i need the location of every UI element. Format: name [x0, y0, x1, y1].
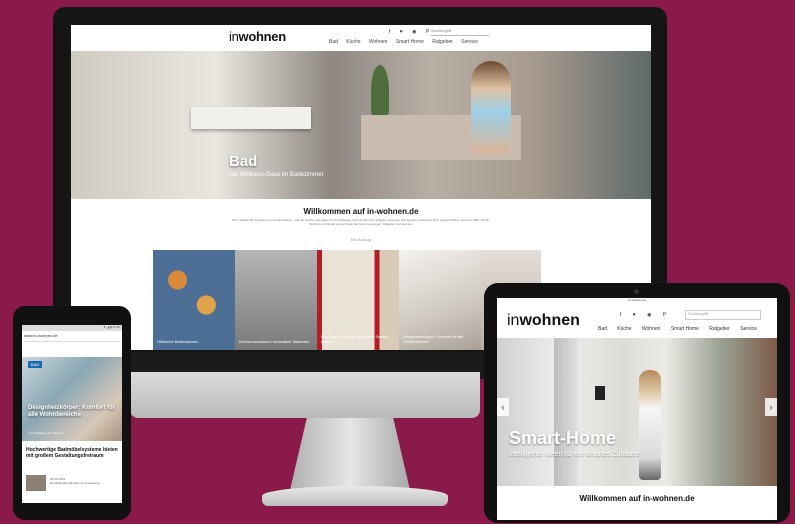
hero-title: Bad: [229, 153, 258, 170]
tablet-welcome-title: Willkommen auf in-wohnen.de: [579, 494, 695, 503]
welcome-text: Wir möchten Sie inspirieren und unterstü…: [232, 218, 490, 226]
tablet-hero-door: [554, 338, 578, 486]
more-link[interactable]: Ein Auszug: [71, 237, 651, 242]
phone-category-badge[interactable]: BAD: [28, 361, 43, 368]
nav-item-bad[interactable]: Bad: [329, 39, 338, 45]
tablet-logo[interactable]: inwohnen: [507, 312, 580, 330]
phone-hero-subtitle: zum Ratgeber des Monats: [28, 431, 64, 435]
tablet-hero-woman: [639, 370, 661, 480]
tablet-nav-service[interactable]: Service: [740, 326, 757, 332]
phone-status-bar: ▼ ◢ ▮ 12:30: [22, 325, 122, 331]
tablet-nav: Bad Küche Wohnen Smart Home Ratgeber Ser…: [598, 326, 766, 332]
social-icons[interactable]: f ♥ ◉ P: [389, 29, 433, 35]
article-tile[interactable]: Hilfreiche Badezimmer...: [153, 250, 235, 350]
chevron-left-icon[interactable]: ‹: [497, 398, 509, 416]
nav-item-service[interactable]: Service: [461, 39, 478, 45]
site-logo[interactable]: inwohnen: [229, 29, 286, 44]
hero-woman: [471, 61, 511, 153]
tablet-hero-image[interactable]: [497, 338, 777, 486]
tablet-nav-smart-home[interactable]: Smart Home: [671, 326, 699, 332]
tile-caption: Hilfreiche Badezimmer...: [157, 339, 201, 344]
search-input[interactable]: Suchbegriff: [431, 28, 489, 36]
article-tile[interactable]: Fun-Bad für Kinder: Mit einem Design kre…: [317, 250, 399, 350]
tablet-status-bar: in-wohnen.de: [627, 298, 646, 302]
tablet-hero-title: Smart-Home: [509, 428, 617, 448]
hero-sink: [191, 107, 311, 129]
tablet-social-icons[interactable]: f ♥ ◉ P: [620, 312, 671, 318]
site-header: [71, 25, 651, 51]
tile-caption: Designheizkörper: Komfort für alle Wohnb…: [403, 334, 464, 344]
tablet-nav-kueche[interactable]: Küche: [617, 326, 631, 332]
article-tile[interactable]: Designheizkörper: Komfort für alle Wohnb…: [399, 250, 481, 350]
imac-lower-panel: [130, 372, 480, 418]
phone-hero-title: Designheizkörper: Komfort für alle Wohnb…: [28, 405, 116, 418]
tablet-search-input[interactable]: Suchbegriff: [685, 310, 761, 320]
nav-item-wohnen[interactable]: Wohnen: [369, 39, 388, 45]
tile-caption: Küchenarmaturen: Innovative Varianten: [239, 339, 310, 344]
main-nav: Bad Küche Wohnen Smart Home Ratgeber Ser…: [329, 39, 485, 45]
phone-screen: ▼ ◢ ▮ 12:30 www.in-wohnen.de BAD Designh…: [22, 325, 122, 503]
nav-item-kueche[interactable]: Küche: [346, 39, 360, 45]
phone-hero-image[interactable]: [22, 357, 122, 441]
imac-stand: [290, 418, 410, 490]
tablet-hero-subtitle: Intelligente Ideen für ein smartes Zuhau…: [509, 451, 640, 458]
tablet-camera-icon: [634, 289, 639, 294]
hero-plant: [371, 65, 389, 115]
phone-article-title[interactable]: Hochwertige Badmöbelsysteme bieten mit g…: [26, 447, 118, 459]
chevron-right-icon[interactable]: ›: [765, 398, 777, 416]
nav-item-ratgeber[interactable]: Ratgeber: [432, 39, 453, 45]
tablet-nav-ratgeber[interactable]: Ratgeber: [709, 326, 730, 332]
phone-status: ▼ ◢ ▮ 12:30: [103, 325, 120, 329]
tablet-nav-bad[interactable]: Bad: [598, 326, 607, 332]
logo-light: in: [229, 29, 239, 44]
tablet-screen: in-wohnen.de inwohnen f ♥ ◉ P Suchbegrif…: [497, 298, 777, 520]
nav-item-smart-home[interactable]: Smart Home: [396, 39, 424, 45]
welcome-title: Willkommen auf in-wohnen.de: [303, 207, 419, 216]
tile-caption: Fun-Bad für Kinder: Mit einem Design kre…: [321, 334, 388, 344]
tablet-logo-bold: wohnen: [519, 312, 580, 329]
phone-url-bar[interactable]: www.in-wohnen.de: [24, 333, 120, 342]
tablet-nav-wohnen[interactable]: Wohnen: [642, 326, 661, 332]
logo-bold: wohnen: [238, 29, 287, 44]
phone-article-meta: 28.02.2019 Ein Badmöbel-Modell von Knebe…: [50, 477, 102, 485]
phone-article-thumbnail[interactable]: [26, 475, 46, 491]
hero-subtitle: Die Wellness-Oase im Badezimmer: [229, 172, 324, 178]
tablet-hero-wall-panel: [595, 386, 605, 400]
tablet-logo-light: in: [507, 312, 520, 329]
phone-article-desc: Ein Badmöbel-Modell von Knebelung...: [50, 481, 102, 485]
article-tile[interactable]: Küchenarmaturen: Innovative Varianten: [235, 250, 317, 350]
imac-base: [262, 486, 448, 506]
